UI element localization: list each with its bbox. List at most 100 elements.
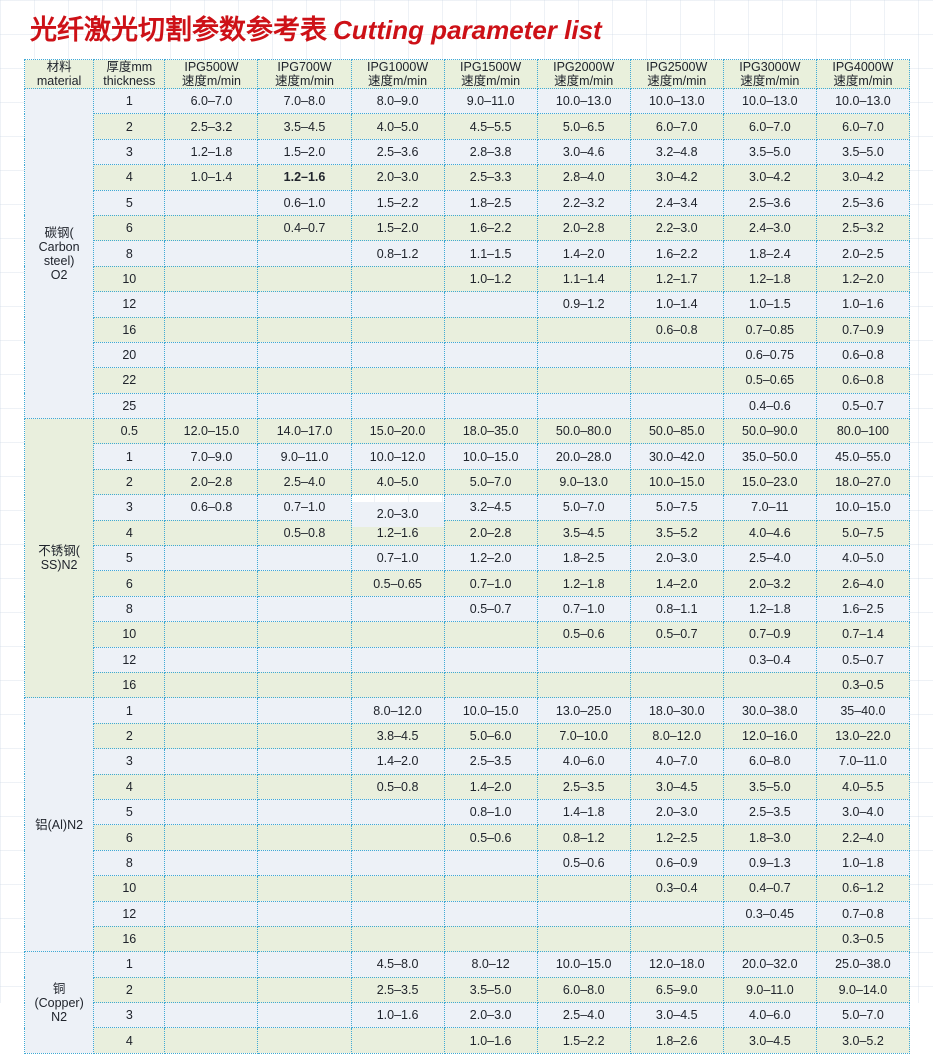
speed-cell: 1.8–2.5 [536,545,631,572]
speed-cell: 1.4–2.0 [443,773,538,800]
material-cell-aluminium: 铝(Al)N2 [23,697,95,953]
speed-cell: 5.0–7.0 [443,468,538,496]
column-header-power-2: IPG1000W 速度m/min [350,59,445,89]
speed-cell [164,621,259,648]
speed-cell: 1.2–1.8 [722,265,817,293]
speed-cell: 1.8–3.0 [722,824,817,851]
thickness-cell: 10 [93,875,166,902]
speed-cell [257,265,352,293]
speed-cell: 20.0–28.0 [536,443,631,470]
speed-cell [629,671,724,699]
speed-cell [257,976,352,1004]
speed-cell: 0.8–1.0 [443,798,538,826]
speed-cell [350,849,445,877]
power-label: IPG4000W [832,60,894,74]
speed-cell: 3.0–5.2 [815,1027,911,1054]
speed-cell [257,900,352,927]
speed-cell [164,671,259,699]
speed-cell: 3.5–5.0 [722,773,817,800]
power-label: IPG1000W [366,60,429,74]
thickness-cell: 16 [93,925,166,953]
speed-cell: 18.0–27.0 [815,468,911,496]
speed-cell [443,316,538,343]
thickness-cell: 2 [93,468,166,496]
speed-cell [722,925,817,953]
speed-cell: 8.0–12.0 [350,697,445,724]
speed-cell [257,316,352,343]
speed-cell [164,976,259,1004]
thickness-cell: 10 [93,265,166,293]
table-row: 3 1.2–1.8 1.5–2.0 2.5–3.6 2.8–3.8 3.0–4.6 3.2–… [25,138,911,166]
speed-cell: 1.2–1.8 [536,570,631,597]
speed-cell: 2.5–3.6 [722,189,817,216]
table-row: 2 2.5–3.2 3.5–4.5 4.0–5.0 4.5–5.5 5.0–6.5 6.0–… [25,113,911,140]
page-title-chinese: 光纤激光切割参数参考表 [30,15,327,46]
speed-cell [257,849,352,877]
speed-cell: 2.0–3.2 [722,570,817,597]
speed-cell [350,1027,445,1054]
speed-cell: 2.0–2.5 [815,240,911,267]
speed-cell [443,671,538,699]
column-header-thickness-en: thickness [103,74,156,88]
speed-cell: 2.8–3.8 [443,138,538,166]
thickness-cell: 3 [93,494,166,521]
speed-cell [257,697,352,724]
speed-cell: 30.0–38.0 [722,697,817,724]
speed-cell: 8.0–12.0 [629,722,724,750]
speed-cell [350,646,445,673]
speed-cell [164,824,259,851]
speed-cell [443,849,538,877]
speed-cell [164,570,259,597]
speed-cell: 20.0–32.0 [722,951,817,978]
speed-cell: 7.0–11.0 [815,748,911,775]
page-title: 光纤激光切割参数参考表 Cutting parameter list [30,8,602,47]
header-row: 材料 material 厚度mm thickness IPG500W 速度m/m… [23,59,911,89]
speed-cell [350,316,445,343]
thickness-cell: 6 [93,570,166,597]
speed-cell: 2.5–4.0 [257,468,352,496]
speed-cell: 18.0–30.0 [629,697,724,724]
speed-cell: 0.3–0.5 [815,925,911,953]
speed-cell: 35.0–50.0 [722,443,817,470]
speed-cell [164,316,259,343]
thickness-cell: 25 [93,392,166,420]
speed-cell: 9.0–11.0 [443,87,538,115]
speed-cell: 0.4–0.7 [722,875,817,902]
cutting-parameter-sheet: 光纤激光切割参数参考表 Cutting parameter list 材料 mat… [0,0,933,1054]
speed-cell: 15.0–23.0 [722,468,817,496]
speed-cell: 1.6–2.2 [629,240,724,267]
speed-cell [164,265,259,293]
speed-cell [257,1027,352,1054]
speed-cell [164,367,259,394]
speed-cell: 3.5–5.0 [722,138,817,166]
speed-cell: 1.8–2.6 [629,1027,724,1054]
speed-unit-label: 速度m/min [461,74,521,88]
speed-cell [350,900,445,927]
speed-cell: 10.0–13.0 [815,87,911,115]
speed-cell [257,875,352,902]
column-header-power-6: IPG3000W 速度m/min [722,59,817,89]
speed-cell: 6.0–7.0 [164,87,259,115]
speed-cell: 7.0–9.0 [164,443,259,470]
speed-cell [164,1002,259,1029]
speed-cell: 50.0–80.0 [536,418,631,445]
table-row: 12 0.3–0.4 0.5–0.7 [25,646,911,673]
thickness-cell: 10 [93,621,166,648]
speed-cell [350,595,445,623]
material-label-line: O2 [50,267,68,282]
speed-cell: 1.0–1.6 [350,1002,445,1029]
speed-cell [164,392,259,420]
table-row: 5 0.7–1.0 1.2–2.0 1.8–2.5 2.0–3.0 2.5–4.0 4.0–… [25,545,911,572]
power-label: IPG500W [184,60,239,74]
table-row: 16 0.3–0.5 [25,925,911,953]
thickness-cell: 5 [93,798,166,826]
speed-cell: 4.0–4.6 [722,519,817,547]
speed-cell: 10.0–13.0 [722,87,817,115]
thickness-cell: 1 [93,443,166,470]
table-row: 6 0.4–0.7 1.5–2.0 1.6–2.2 2.0–2.8 2.2–3.0 2.4–… [25,214,911,242]
speed-cell [257,646,352,673]
table-row: 10 1.0–1.2 1.1–1.4 1.2–1.7 1.2–1.8 1.2–2.0 [25,265,911,293]
speed-cell [350,621,445,648]
speed-cell: 1.0–1.4 [629,291,724,318]
speed-cell [443,900,538,927]
